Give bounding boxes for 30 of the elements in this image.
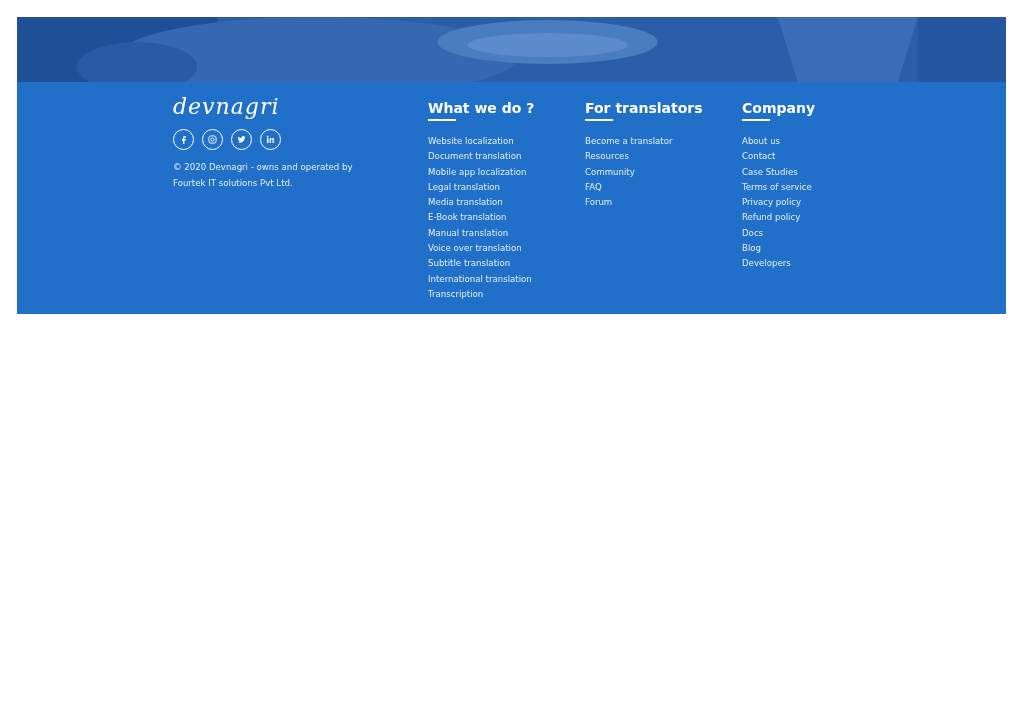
footer-link[interactable]: Case Studies xyxy=(742,164,798,180)
footer-link[interactable]: Transcription xyxy=(428,286,484,303)
copyright-text: © 2020 Devnagri - owns and operated by Fourtek IT solutions Pvt Ltd. xyxy=(173,161,354,190)
footer-link[interactable]: Subtitle translation xyxy=(428,256,511,272)
column-heading: Company xyxy=(742,98,816,121)
footer-link[interactable]: Privacy policy xyxy=(742,195,802,211)
footer-link[interactable]: Blog xyxy=(742,241,761,257)
footer-link[interactable]: Website localization xyxy=(428,134,514,150)
footer-link[interactable]: Resources xyxy=(585,149,629,165)
footer-link[interactable]: Refund policy xyxy=(742,210,801,226)
footer-link[interactable]: Manual translation xyxy=(428,225,509,242)
logo[interactable]: devnagri xyxy=(173,96,280,118)
footer-link[interactable]: Document translation xyxy=(428,149,522,165)
footer-link[interactable]: Contact xyxy=(742,149,776,165)
footer-link[interactable]: Community xyxy=(585,164,635,180)
footer-link[interactable]: Media translation xyxy=(428,195,503,211)
footer-link[interactable]: Terms of service xyxy=(742,179,812,196)
column-heading: For translators xyxy=(585,98,703,121)
footer-link[interactable]: International translation xyxy=(428,271,532,287)
footer-link[interactable]: Mobile app localization xyxy=(428,164,527,180)
footer-link[interactable]: About us xyxy=(742,134,781,150)
footer-link[interactable]: Forum xyxy=(585,195,613,211)
footer-link[interactable]: Legal translation xyxy=(428,179,500,196)
footer-link[interactable]: E-Book translation xyxy=(428,210,507,226)
footer-link[interactable]: Voice over translation xyxy=(428,241,522,257)
footer-link[interactable]: Docs xyxy=(742,225,764,242)
footer-link[interactable]: Developers xyxy=(742,256,791,272)
column-heading: What we do ? xyxy=(428,98,535,121)
footer-link[interactable]: Become a translator xyxy=(585,134,673,150)
footer-link[interactable]: FAQ xyxy=(585,179,602,196)
